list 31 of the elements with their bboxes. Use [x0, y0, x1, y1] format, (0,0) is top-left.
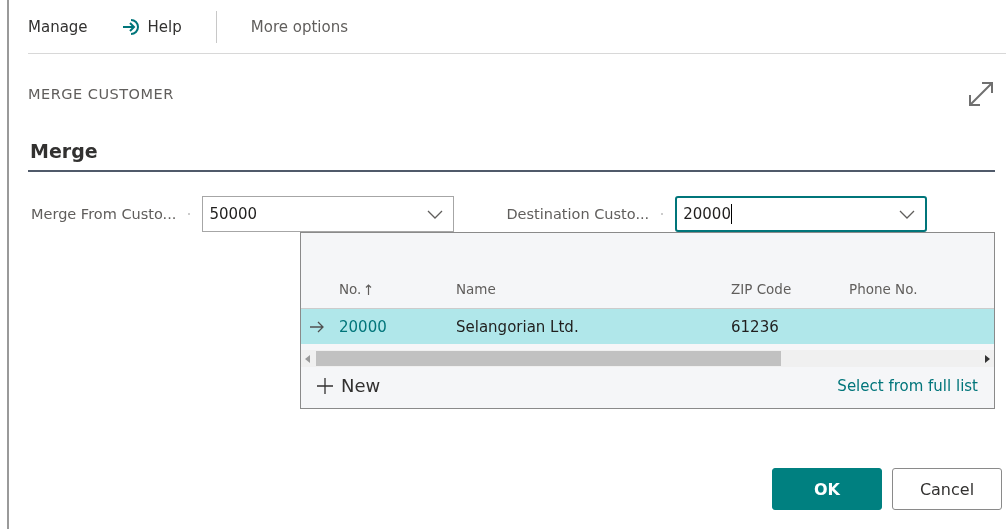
lookup-row[interactable]: 20000 Selangorian Ltd. 61236: [301, 309, 994, 344]
scrollbar[interactable]: [301, 350, 994, 367]
toolbar-button[interactable]: More options: [250, 11, 348, 42]
chevron-icon: [899, 209, 916, 219]
table-cell-text: 20000: [339, 317, 388, 336]
cancel-button[interactable]: Cancel: [892, 468, 1002, 510]
column-header[interactable]: ZIP Code: [731, 281, 849, 297]
column-header[interactable]: No.: [339, 281, 456, 297]
help-button[interactable]: Help: [121, 11, 182, 42]
field-label: Destination Custo...: [506, 206, 650, 222]
toolbar-button[interactable]: Manage: [28, 11, 88, 42]
dialog-title: MERGE CUSTOMER: [28, 86, 174, 102]
combo-field[interactable]: 20000: [675, 196, 928, 232]
expand-icon[interactable]: [967, 80, 995, 108]
field-label: Merge From Custo...: [31, 206, 177, 222]
combo-field[interactable]: 50000: [202, 196, 455, 232]
plus-icon: [317, 377, 333, 394]
scroll-left-icon[interactable]: [305, 354, 310, 363]
sign-in-icon: [121, 17, 142, 36]
ok-button[interactable]: OK: [772, 468, 882, 510]
column-header[interactable]: Phone No.: [849, 281, 994, 297]
new-button[interactable]: New: [317, 375, 381, 396]
full-list-link[interactable]: Select from full list: [837, 376, 978, 395]
table-cell-text: 61236: [731, 317, 780, 336]
table-cell-text: Selangorian Ltd.: [456, 317, 580, 336]
arrow-icon: [309, 320, 325, 333]
chevron-icon: [427, 209, 444, 219]
column-header[interactable]: Name: [456, 281, 731, 297]
scroll-right-icon[interactable]: [985, 354, 990, 363]
sort-arrow-icon: [365, 283, 373, 295]
section-heading: Merge: [28, 140, 995, 172]
